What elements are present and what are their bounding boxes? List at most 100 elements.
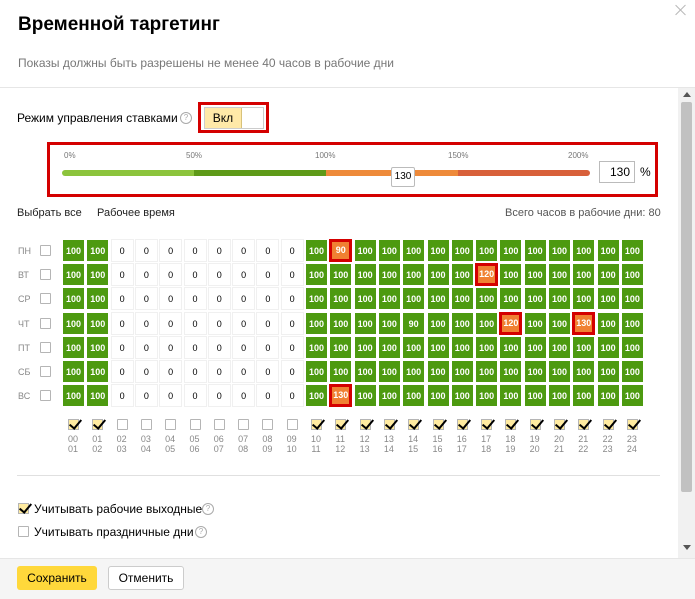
schedule-cell[interactable]: 100 (305, 263, 328, 287)
schedule-cell[interactable]: 0 (183, 239, 207, 262)
schedule-cell[interactable]: 0 (207, 384, 231, 408)
schedule-cell[interactable]: 100 (402, 263, 426, 287)
schedule-cell[interactable]: 100 (596, 239, 620, 262)
schedule-cell[interactable]: 100 (475, 239, 499, 262)
schedule-cell[interactable]: 100 (499, 360, 523, 383)
schedule-cell[interactable]: 0 (232, 287, 256, 311)
schedule-cell[interactable]: 0 (207, 287, 231, 311)
schedule-cell[interactable]: 100 (620, 311, 644, 335)
schedule-cell[interactable]: 0 (159, 239, 183, 262)
schedule-cell[interactable]: 0 (207, 360, 231, 383)
schedule-cell[interactable]: 100 (86, 360, 110, 383)
schedule-cell[interactable]: 100 (305, 239, 328, 262)
schedule-cell[interactable]: 100 (377, 263, 401, 287)
schedule-cell[interactable]: 100 (596, 360, 620, 383)
schedule-cell[interactable]: 100 (572, 239, 596, 262)
schedule-cell[interactable]: 100 (62, 287, 85, 311)
schedule-cell[interactable]: 100 (450, 335, 474, 359)
schedule-cell[interactable]: 0 (256, 384, 280, 408)
hour-checkbox[interactable] (286, 419, 298, 430)
schedule-cell[interactable]: 100 (596, 287, 620, 311)
schedule-cell[interactable]: 100 (329, 311, 353, 335)
schedule-cell[interactable]: 0 (256, 335, 280, 359)
day-checkbox[interactable] (40, 269, 51, 281)
schedule-cell[interactable]: 0 (134, 287, 158, 311)
schedule-cell[interactable]: 0 (134, 360, 158, 383)
schedule-cell[interactable]: 100 (402, 335, 426, 359)
day-checkbox[interactable] (40, 390, 51, 402)
schedule-cell[interactable]: 100 (377, 239, 401, 262)
schedule-cell[interactable]: 0 (232, 263, 256, 287)
schedule-cell[interactable]: 100 (523, 287, 547, 311)
schedule-cell[interactable]: 100 (450, 263, 474, 287)
schedule-cell[interactable]: 0 (183, 287, 207, 311)
schedule-cell[interactable]: 0 (256, 263, 280, 287)
schedule-cell[interactable]: 100 (548, 239, 571, 262)
schedule-cell[interactable]: 0 (159, 287, 183, 311)
schedule-cell[interactable]: 90 (402, 311, 426, 335)
schedule-cell[interactable]: 100 (86, 287, 110, 311)
schedule-cell[interactable]: 0 (159, 311, 183, 335)
hour-checkbox[interactable] (116, 419, 128, 430)
hour-checkbox[interactable] (92, 419, 104, 430)
schedule-cell[interactable]: 100 (377, 360, 401, 383)
hour-checkbox[interactable] (554, 419, 565, 430)
schedule-cell[interactable]: 100 (305, 311, 328, 335)
schedule-cell[interactable]: 100 (426, 263, 450, 287)
scroll-up-icon[interactable] (683, 92, 691, 97)
schedule-cell[interactable]: 0 (183, 263, 207, 287)
schedule-cell[interactable]: 0 (232, 360, 256, 383)
schedule-cell[interactable]: 100 (377, 384, 401, 408)
help-icon[interactable]: ? (202, 503, 214, 515)
hour-checkbox[interactable] (311, 419, 322, 430)
schedule-cell[interactable]: 100 (353, 360, 377, 383)
schedule-cell[interactable]: 100 (305, 360, 328, 383)
scrollbar[interactable] (678, 88, 695, 558)
schedule-cell[interactable]: 0 (134, 311, 158, 335)
schedule-cell[interactable]: 0 (159, 335, 183, 359)
schedule-cell[interactable]: 100 (62, 384, 85, 408)
schedule-cell[interactable]: 0 (280, 335, 304, 359)
schedule-cell[interactable]: 100 (377, 311, 401, 335)
hour-checkbox[interactable] (529, 419, 541, 430)
day-checkbox[interactable] (40, 245, 51, 256)
schedule-cell[interactable]: 120 (499, 311, 523, 335)
schedule-cell[interactable]: 0 (159, 384, 183, 408)
holidays-checkbox[interactable] (18, 526, 29, 537)
schedule-cell[interactable]: 100 (86, 311, 110, 335)
schedule-cell[interactable]: 0 (134, 384, 158, 408)
schedule-cell[interactable]: 100 (305, 287, 328, 311)
schedule-cell[interactable]: 100 (572, 335, 596, 359)
scroll-down-icon[interactable] (683, 545, 691, 550)
hour-checkbox[interactable] (432, 419, 444, 430)
help-icon[interactable]: ? (180, 112, 192, 124)
schedule-cell[interactable]: 100 (402, 239, 426, 262)
schedule-cell[interactable]: 100 (353, 239, 377, 262)
hour-checkbox[interactable] (165, 419, 177, 430)
schedule-cell[interactable]: 100 (402, 287, 426, 311)
schedule-cell[interactable]: 100 (523, 384, 547, 408)
schedule-cell[interactable]: 100 (450, 311, 474, 335)
slider-handle[interactable]: 130 (391, 167, 415, 187)
schedule-cell[interactable]: 100 (402, 384, 426, 408)
schedule-cell[interactable]: 0 (159, 360, 183, 383)
schedule-cell[interactable]: 0 (110, 311, 134, 335)
close-icon[interactable] (674, 3, 688, 17)
schedule-cell[interactable]: 100 (475, 311, 499, 335)
schedule-cell[interactable]: 90 (329, 239, 353, 262)
schedule-cell[interactable]: 100 (596, 311, 620, 335)
schedule-cell[interactable]: 0 (183, 311, 207, 335)
hour-checkbox[interactable] (335, 419, 347, 430)
schedule-cell[interactable]: 100 (450, 360, 474, 383)
schedule-cell[interactable]: 0 (256, 239, 280, 262)
schedule-cell[interactable]: 0 (207, 263, 231, 287)
schedule-cell[interactable]: 0 (232, 239, 256, 262)
schedule-cell[interactable]: 0 (110, 384, 134, 408)
schedule-cell[interactable]: 100 (426, 239, 450, 262)
schedule-cell[interactable]: 0 (232, 311, 256, 335)
schedule-cell[interactable]: 100 (499, 287, 523, 311)
save-button[interactable]: Сохранить (17, 566, 97, 590)
schedule-cell[interactable]: 100 (353, 287, 377, 311)
schedule-cell[interactable]: 100 (353, 335, 377, 359)
schedule-cell[interactable]: 100 (572, 287, 596, 311)
